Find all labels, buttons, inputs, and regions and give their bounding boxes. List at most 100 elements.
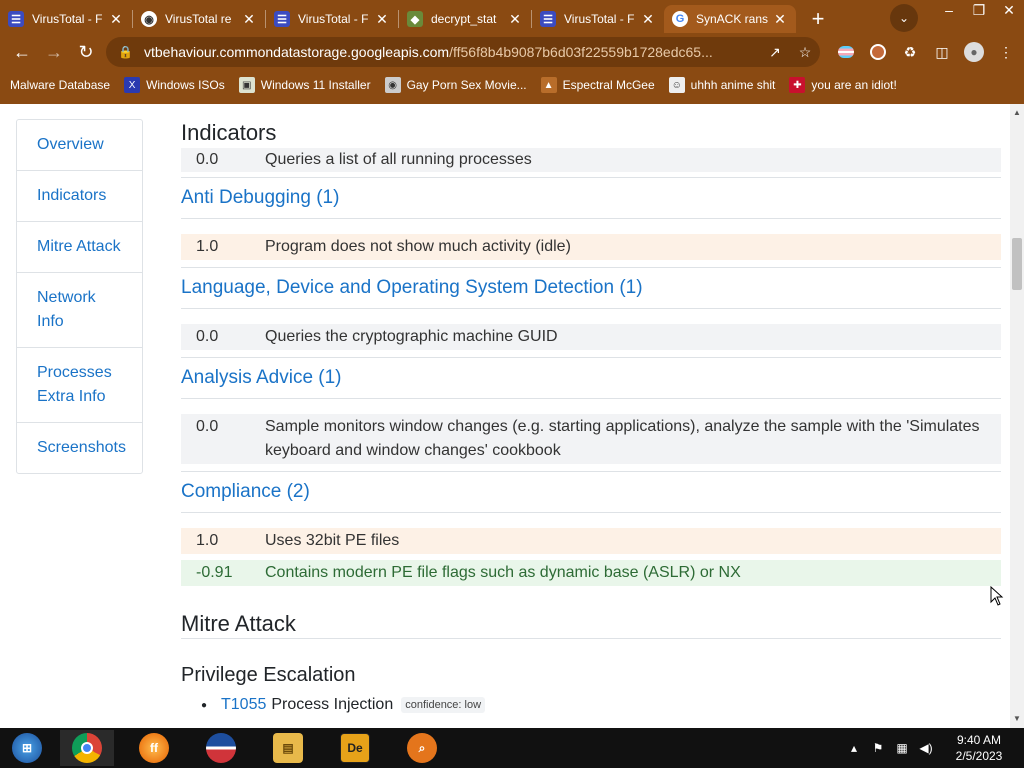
- scroll-down-icon[interactable]: ▼: [1013, 714, 1021, 723]
- signature-row: -0.91 Contains modern PE file flags such…: [181, 560, 1001, 586]
- lock-icon[interactable]: 🔒: [118, 45, 133, 59]
- chevron-up-icon[interactable]: ▴: [842, 741, 866, 755]
- nav-indicators[interactable]: Indicators: [17, 171, 142, 222]
- flag-extension-icon[interactable]: [830, 36, 862, 68]
- new-tab-button[interactable]: +: [804, 5, 832, 33]
- tab-decrypt[interactable]: ◆ decrypt_stat ✕: [399, 5, 531, 33]
- window-close-icon[interactable]: ✕: [994, 0, 1024, 20]
- minimize-icon[interactable]: –: [934, 0, 964, 20]
- chrome-icon: [72, 733, 102, 763]
- bookmark-anime[interactable]: ☺ uhhh anime shit: [668, 77, 776, 93]
- divider: [181, 357, 1001, 358]
- bookmark-label: Gay Porn Sex Movie...: [406, 78, 527, 92]
- tab-title: VirusTotal re: [165, 12, 232, 26]
- taskbar-search-app[interactable]: ⌕: [395, 730, 449, 766]
- tab-virustotal-1[interactable]: ☰ VirusTotal - F ✕: [0, 5, 132, 33]
- bookmark-label: uhhh anime shit: [690, 78, 776, 92]
- restore-icon[interactable]: ❐: [964, 0, 994, 20]
- tab-virustotal-2[interactable]: ◉ VirusTotal re ✕: [133, 5, 265, 33]
- forward-icon[interactable]: →: [38, 36, 70, 68]
- signature-row: 0.0 Sample monitors window changes (e.g.…: [181, 414, 1001, 464]
- volume-icon[interactable]: ◀): [914, 741, 938, 755]
- nav-processes-extra-info[interactable]: Processes Extra Info: [17, 348, 142, 423]
- signature-score: 0.0: [196, 328, 219, 345]
- bookmark-label: Malware Database: [10, 78, 111, 92]
- bookmark-espectral-mcgee[interactable]: ▲ Espectral McGee: [540, 77, 655, 93]
- network-icon[interactable]: ▦: [890, 741, 914, 755]
- signature-score: 0.0: [196, 418, 219, 435]
- virustotal-icon: ☰: [540, 11, 556, 27]
- bookmark-windows-11-installer[interactable]: ▣ Windows 11 Installer: [238, 77, 371, 93]
- nav-screenshots[interactable]: Screenshots: [17, 423, 142, 473]
- flag-icon: ✚: [789, 77, 806, 93]
- signature-score: -0.91: [196, 564, 233, 581]
- tab-virustotal-4[interactable]: ☰ VirusTotal - F ✕: [532, 5, 664, 33]
- taskbar-file-explorer[interactable]: ▤: [261, 730, 315, 766]
- divider: [181, 512, 1001, 513]
- taskbar-app-circle[interactable]: [194, 730, 248, 766]
- site-icon: ◉: [384, 77, 401, 93]
- confidence-badge: confidence: low: [401, 697, 486, 713]
- nav-mitre-attack[interactable]: Mitre Attack: [17, 222, 142, 273]
- star-icon[interactable]: ☆: [790, 44, 820, 61]
- taskbar-chrome[interactable]: [60, 730, 114, 766]
- nav-network-info[interactable]: Network Info: [17, 273, 142, 348]
- category-language-device-os-detection[interactable]: Language, Device and Operating System De…: [181, 277, 1001, 299]
- category-anti-debugging[interactable]: Anti Debugging (1): [181, 187, 1001, 209]
- address-bar[interactable]: 🔒 vtbehaviour.commondatastorage.googleap…: [106, 37, 820, 67]
- nav-overview[interactable]: Overview: [17, 120, 142, 171]
- tab-title: VirusTotal - F: [32, 12, 103, 26]
- close-icon[interactable]: ✕: [772, 11, 788, 28]
- category-compliance[interactable]: Compliance (2): [181, 481, 1001, 503]
- menu-icon[interactable]: ⋮: [990, 36, 1022, 68]
- virustotal-icon: ☰: [274, 11, 290, 27]
- taskbar-de-app[interactable]: De: [328, 730, 382, 766]
- start-button[interactable]: ⊞: [0, 730, 54, 766]
- google-icon: G: [672, 11, 688, 27]
- tab-synack[interactable]: G SynACK rans ✕: [664, 5, 796, 33]
- puzzle-icon[interactable]: ♻: [894, 36, 926, 68]
- scrollbar-thumb[interactable]: [1012, 238, 1022, 290]
- search-magnifier-icon: ⌕: [407, 733, 437, 763]
- divider: [181, 471, 1001, 472]
- bookmark-you-are-an-idiot[interactable]: ✚ you are an idiot!: [789, 77, 897, 93]
- page-scrollbar[interactable]: ▲ ▼: [1010, 104, 1024, 728]
- taskbar-firefox[interactable]: ff: [127, 730, 181, 766]
- bookmark-windows-isos[interactable]: X Windows ISOs: [124, 77, 225, 93]
- technique-id-link[interactable]: T1055: [221, 696, 266, 714]
- close-icon[interactable]: ✕: [640, 11, 656, 28]
- image-icon: ▣: [238, 77, 255, 93]
- category-analysis-advice[interactable]: Analysis Advice (1): [181, 367, 1001, 389]
- bookmark-site[interactable]: ◉ Gay Porn Sex Movie...: [384, 77, 527, 93]
- technique-item: ● T1055 Process Injection confidence: lo…: [201, 696, 486, 714]
- profile-extension-icon[interactable]: [862, 36, 894, 68]
- scroll-up-icon[interactable]: ▲: [1013, 108, 1021, 117]
- signature-row: 1.0 Uses 32bit PE files: [181, 528, 1001, 554]
- tab-title: VirusTotal - F: [564, 12, 635, 26]
- chrome-icon: ◉: [141, 11, 157, 27]
- close-icon[interactable]: ✕: [374, 11, 390, 28]
- close-icon[interactable]: ✕: [507, 11, 523, 28]
- tab-strip: ☰ VirusTotal - F ✕ ◉ VirusTotal re ✕ ☰ V…: [0, 0, 1024, 34]
- browser-toolbar: ← → ↻ 🔒 vtbehaviour.commondatastorage.go…: [0, 34, 1024, 70]
- signature-row: 1.0 Program does not show much activity …: [181, 234, 1001, 260]
- taskbar-clock[interactable]: 9:40 AM 2/5/2023: [944, 732, 1014, 764]
- share-icon[interactable]: ↗: [760, 44, 790, 61]
- url-text: vtbehaviour.commondatastorage.googleapis…: [144, 44, 760, 60]
- toolbar-extensions: ♻ ◫ ● ⋮: [830, 36, 1022, 68]
- chevron-down-icon[interactable]: ⌄: [890, 4, 918, 32]
- bookmark-malware-database[interactable]: Malware Database: [10, 78, 110, 92]
- divider: [181, 638, 1001, 639]
- close-icon[interactable]: ✕: [108, 11, 124, 28]
- sidepanel-icon[interactable]: ◫: [926, 36, 958, 68]
- signature-description: Queries a list of all running processes: [265, 151, 532, 168]
- action-center-flag-icon[interactable]: ⚑: [866, 741, 890, 755]
- close-icon[interactable]: ✕: [241, 11, 257, 28]
- obama-icon: [206, 733, 236, 763]
- bookmark-label: you are an idiot!: [811, 78, 897, 92]
- back-icon[interactable]: ←: [6, 36, 38, 68]
- avatar[interactable]: ●: [958, 36, 990, 68]
- reload-icon[interactable]: ↻: [70, 36, 102, 68]
- tab-virustotal-3[interactable]: ☰ VirusTotal - F ✕: [266, 5, 398, 33]
- signature-description: Uses 32bit PE files: [265, 532, 400, 549]
